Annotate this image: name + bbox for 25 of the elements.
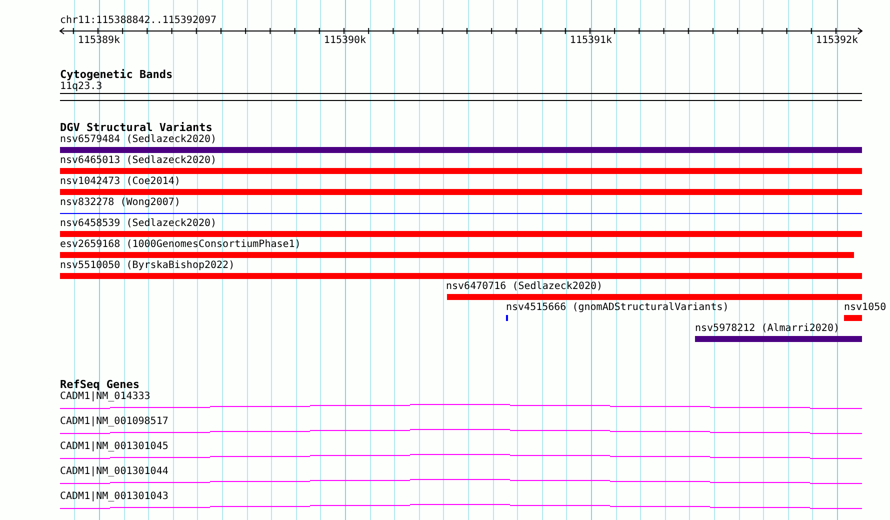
variant-label: nsv5510050 (ByrskaBishop2022) xyxy=(60,260,235,272)
track-title: RefSeq Genes xyxy=(60,379,140,391)
variant-label: nsv6465013 (Sedlazeck2020) xyxy=(60,155,217,167)
gene-label: CADM1|NM_001098517 xyxy=(60,416,168,428)
variant-label: nsv4515666 (gnomADStructuralVariants) xyxy=(506,302,729,314)
variant-label: esv2659168 (1000GenomesConsortiumPhase1) xyxy=(60,239,301,251)
band-label: 11q23.3 xyxy=(60,81,102,93)
track-title: DGV Structural Variants xyxy=(60,122,212,134)
variant-label: nsv6579484 (Sedlazeck2020) xyxy=(60,134,217,146)
gene-label: CADM1|NM_014333 xyxy=(60,391,150,403)
variant-label: nsv6458539 (Sedlazeck2020) xyxy=(60,218,217,230)
ruler-tick-label: 115392k xyxy=(816,35,858,47)
ruler-tick-label: 115389k xyxy=(78,35,120,47)
variant-label: nsv1050 xyxy=(844,302,886,314)
variant-label: nsv832278 (Wong2007) xyxy=(60,197,180,209)
variant-label: nsv1042473 (Coe2014) xyxy=(60,176,180,188)
ruler-tick-label: 115391k xyxy=(570,35,612,47)
gene-label: CADM1|NM_001301045 xyxy=(60,441,168,453)
variant-label: nsv6470716 (Sedlazeck2020) xyxy=(446,281,603,293)
variant-label: nsv5978212 (Almarri2020) xyxy=(695,323,840,335)
ruler-tick-label: 115390k xyxy=(324,35,366,47)
track-title: Cytogenetic Bands xyxy=(60,69,173,81)
gene-label: CADM1|NM_001301044 xyxy=(60,466,168,478)
location-label: chr11:115388842..115392097 xyxy=(60,15,217,27)
gene-label: CADM1|NM_001301043 xyxy=(60,491,168,503)
